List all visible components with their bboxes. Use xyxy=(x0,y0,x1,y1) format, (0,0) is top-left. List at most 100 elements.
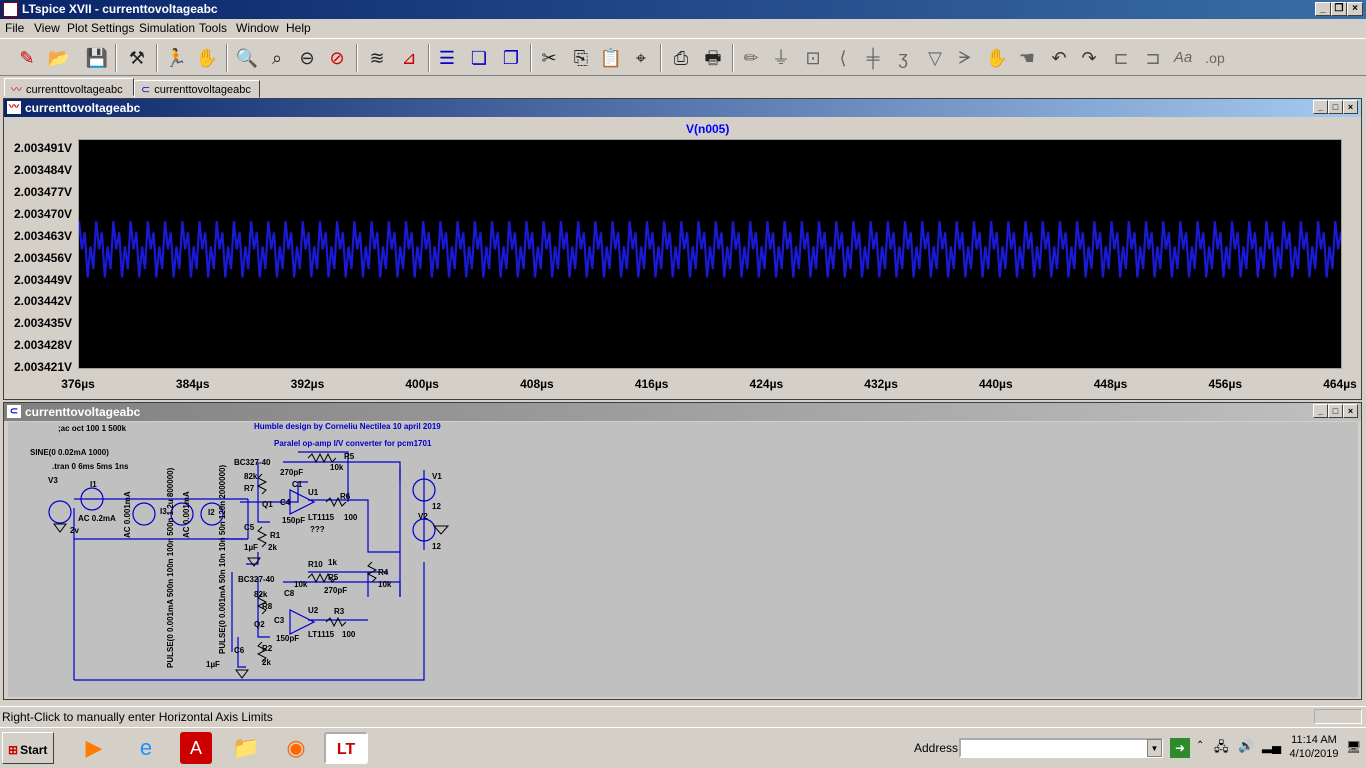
open-folder-icon[interactable]: 📂 xyxy=(46,45,72,71)
r1-value[interactable]: 2k xyxy=(268,543,277,552)
c4-label[interactable]: C4 xyxy=(280,498,290,507)
y-tick-label[interactable]: 2.003435V xyxy=(2,316,72,330)
r8-value[interactable]: 82k xyxy=(254,590,267,599)
i3-value-pulse[interactable]: PULSE(0 0.001mA 500n 100n 100n 500n 1.2u… xyxy=(166,468,175,668)
minimize-button[interactable]: _ xyxy=(1315,2,1331,16)
x-tick-label[interactable]: 408µs xyxy=(520,377,554,391)
cut-icon[interactable]: ✂ xyxy=(536,45,562,71)
close-all-icon[interactable]: ❐ xyxy=(498,45,524,71)
x-tick-label[interactable]: 456µs xyxy=(1208,377,1242,391)
signal-icon[interactable]: ▂▄ xyxy=(1262,738,1281,754)
menu-help[interactable]: Help xyxy=(286,21,311,35)
menu-window[interactable]: Window xyxy=(236,21,279,35)
x-tick-label[interactable]: 424µs xyxy=(750,377,784,391)
x-tick-label[interactable]: 392µs xyxy=(291,377,325,391)
r10-label[interactable]: R10 xyxy=(308,560,323,569)
diode-icon[interactable]: ▽ xyxy=(922,45,948,71)
find-icon[interactable]: ⌖ xyxy=(628,45,654,71)
schematic-canvas[interactable]: ;ac oct 100 1 500k Humble design by Corn… xyxy=(8,422,1358,697)
y-tick-label[interactable]: 2.003477V xyxy=(2,185,72,199)
menu-file[interactable]: File xyxy=(5,21,24,35)
address-input[interactable] xyxy=(959,738,1163,758)
r1-label[interactable]: R1 xyxy=(270,531,280,540)
c5-label[interactable]: C5 xyxy=(244,523,254,532)
draw-wire-icon[interactable]: ✏ xyxy=(738,45,764,71)
q1-label[interactable]: Q1 xyxy=(262,500,273,509)
paste-icon[interactable]: 📋 xyxy=(598,45,624,71)
plot-area[interactable] xyxy=(77,139,1343,369)
ltspice-taskbar-icon[interactable]: LT xyxy=(324,732,368,764)
component-icon[interactable]: ᗒ xyxy=(952,45,978,71)
y-tick-label[interactable]: 2.003449V xyxy=(2,273,72,287)
acrobat-icon[interactable]: A xyxy=(180,732,212,764)
r6-label[interactable]: R6 xyxy=(340,492,350,501)
q1-model[interactable]: BC327-40 xyxy=(234,458,270,467)
schematic-window-titlebar[interactable]: ⊂ currenttovoltageabc _ □ × xyxy=(4,403,1361,421)
address-dropdown-icon[interactable]: ▼ xyxy=(1147,739,1162,757)
volume-icon[interactable]: 🔊 xyxy=(1238,738,1254,754)
r8-label[interactable]: R8 xyxy=(262,602,272,611)
r4-value[interactable]: 10k xyxy=(378,580,391,589)
x-tick-label[interactable]: 448µs xyxy=(1094,377,1128,391)
run-icon[interactable]: 🏃 xyxy=(163,45,189,71)
r7-value[interactable]: 82k xyxy=(244,472,257,481)
x-tick-label[interactable]: 384µs xyxy=(176,377,210,391)
r2-value[interactable]: 2k xyxy=(262,658,271,667)
r6-value[interactable]: 100 xyxy=(344,513,357,522)
pan-icon[interactable]: ⌕ xyxy=(264,45,290,71)
waveform-window-titlebar[interactable]: 〰 currenttovoltageabc _ □ × xyxy=(4,99,1361,117)
firefox-icon[interactable]: ◉ xyxy=(280,732,312,764)
copy-icon[interactable]: ⎘ xyxy=(568,45,594,71)
i1-value[interactable]: AC 0.2mA xyxy=(78,514,116,523)
r3-label[interactable]: R3 xyxy=(334,607,344,616)
waveform-minimize-button[interactable]: _ xyxy=(1313,100,1328,114)
waveform-restore-button[interactable]: □ xyxy=(1328,100,1343,114)
menu-plot-settings[interactable]: Plot Settings xyxy=(67,21,134,35)
x-tick-label[interactable]: 440µs xyxy=(979,377,1013,391)
pick-visible-traces-icon[interactable]: ⊿ xyxy=(396,45,422,71)
schematic-restore-button[interactable]: □ xyxy=(1328,404,1343,418)
undo-icon[interactable]: ↶ xyxy=(1046,45,1072,71)
move-hand-icon[interactable]: ✋ xyxy=(984,45,1010,71)
v2-label[interactable]: V2 xyxy=(418,512,428,521)
c6-label[interactable]: C6 xyxy=(234,646,244,655)
print-preview-icon[interactable]: ⎙ xyxy=(668,45,694,71)
c5-value[interactable]: 1µF xyxy=(244,543,258,552)
r10-value[interactable]: 1k xyxy=(328,558,337,567)
menu-simulation[interactable]: Simulation xyxy=(139,21,195,35)
save-icon[interactable]: 💾 xyxy=(84,45,110,71)
y-tick-label[interactable]: 2.003421V xyxy=(2,360,72,374)
u1-label[interactable]: U1 xyxy=(308,488,318,497)
v3-label[interactable]: V3 xyxy=(48,476,58,485)
tab-waveform[interactable]: 〰 currenttovoltageabc xyxy=(4,78,134,96)
i3-value-ac[interactable]: AC 0.001mA xyxy=(123,491,132,538)
i2-value-pulse[interactable]: PULSE(0 0.001mA 50n 10n 10n 50n 120n 200… xyxy=(218,465,227,654)
r5b-label[interactable]: R5 xyxy=(328,573,338,582)
file-explorer-icon[interactable]: 📁 xyxy=(230,732,262,764)
zoom-in-icon[interactable]: 🔍 xyxy=(234,45,260,71)
show-desktop-icon[interactable]: 🖥 xyxy=(1346,740,1361,754)
y-tick-label[interactable]: 2.003463V xyxy=(2,229,72,243)
c1-label[interactable]: C1 xyxy=(292,480,302,489)
y-tick-label[interactable]: 2.003456V xyxy=(2,251,72,265)
paralel-comment[interactable]: Paralel op-amp I/V converter for pcm1701 xyxy=(274,439,431,448)
schematic-close-button[interactable]: × xyxy=(1343,404,1358,418)
v2-value[interactable]: 12 xyxy=(432,542,441,551)
r4-label[interactable]: R4 xyxy=(378,568,388,577)
c8-label[interactable]: C8 xyxy=(284,589,294,598)
y-tick-label[interactable]: 2.003428V xyxy=(2,338,72,352)
chevron-up-icon[interactable]: ⌃ xyxy=(1196,740,1204,751)
x-tick-label[interactable]: 432µs xyxy=(864,377,898,391)
q2-label[interactable]: Q2 xyxy=(254,620,265,629)
inductor-icon[interactable]: ʒ xyxy=(890,45,916,71)
u1-model[interactable]: LT1115 xyxy=(308,513,334,522)
tile-horizontal-icon[interactable]: ☰ xyxy=(434,45,460,71)
halt-icon[interactable]: ✋ xyxy=(194,45,220,71)
text-icon[interactable]: Aa xyxy=(1170,45,1196,71)
x-tick-label[interactable]: 400µs xyxy=(405,377,439,391)
i2-value-ac[interactable]: AC 0.001mA xyxy=(182,491,191,538)
app-titlebar[interactable]: LTspice XVII - currenttovoltageabc _ ❐ × xyxy=(0,0,1366,19)
x-tick-label[interactable]: 416µs xyxy=(635,377,669,391)
y-tick-label[interactable]: 2.003484V xyxy=(2,163,72,177)
clock[interactable]: 11:14 AM 4/10/2019 xyxy=(1288,733,1340,761)
